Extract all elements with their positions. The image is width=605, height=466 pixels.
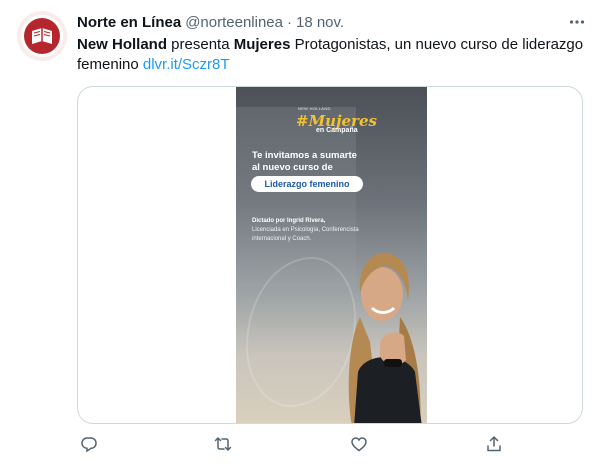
- poster-invite-line-1: Te invitamos a sumarte: [252, 150, 357, 161]
- tweet-date[interactable]: 18 nov.: [296, 14, 344, 31]
- poster-instructor-name: Dictado por Ingrid Rivera,: [252, 218, 326, 224]
- author-avatar[interactable]: [17, 11, 67, 61]
- poster-invite-line-2: al nuevo curso de: [252, 162, 333, 173]
- instructor-photo: [348, 252, 422, 423]
- author-name[interactable]: Norte en Línea: [77, 14, 181, 31]
- tweet[interactable]: Norte en Línea @norteenlinea · 18 nov. N…: [0, 0, 605, 466]
- tweet-actions: [77, 432, 507, 460]
- tweet-text: New Holland presenta Mujeres Protagonist…: [77, 35, 587, 75]
- tweet-text-bold-1: New Holland: [77, 36, 168, 53]
- book-logo-icon: [21, 15, 63, 57]
- tweet-header: Norte en Línea @norteenlinea · 18 nov.: [77, 12, 589, 32]
- more-horizontal-icon[interactable]: [565, 10, 589, 34]
- poster-brand-subtitle: en Campaña: [316, 127, 358, 134]
- reply-icon[interactable]: [77, 432, 101, 456]
- poster-invite: Te invitamos a sumarte al nuevo curso de: [252, 150, 417, 174]
- share-icon[interactable]: [482, 432, 506, 456]
- heart-icon[interactable]: [347, 432, 371, 456]
- tweet-text-bold-2: Mujeres: [233, 36, 291, 53]
- author-handle[interactable]: @norteenlinea: [185, 14, 283, 31]
- course-poster-image: NEW HOLLAND #Mujeres en Campaña Te invit…: [236, 87, 427, 423]
- poster-course-pill: Liderazgo femenino: [251, 176, 363, 192]
- tweet-link[interactable]: dlvr.it/Sczr8T: [143, 56, 230, 73]
- poster-small-header: NEW HOLLAND: [298, 106, 331, 111]
- separator-dot: ·: [286, 13, 292, 31]
- tweet-media[interactable]: NEW HOLLAND #Mujeres en Campaña Te invit…: [77, 86, 583, 424]
- retweet-icon[interactable]: [211, 432, 235, 456]
- tweet-text-part-1: presenta: [167, 36, 234, 53]
